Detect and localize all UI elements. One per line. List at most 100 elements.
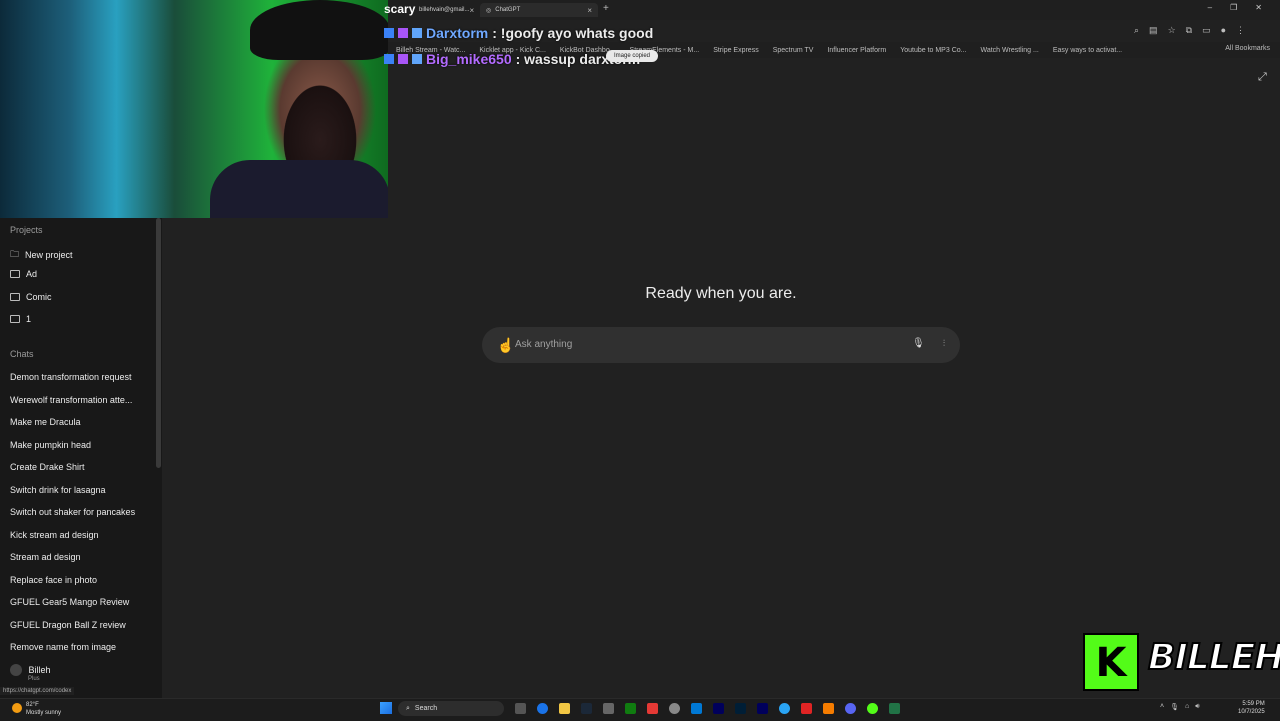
game-badge-icon	[412, 28, 422, 38]
tab-label: billehvain@gmail...	[419, 7, 470, 13]
restore-icon[interactable]: ❐	[1230, 3, 1237, 12]
kick-logo: K	[1083, 633, 1139, 691]
chat-item[interactable]: Kick stream ad design	[10, 530, 99, 540]
voice-mode-icon[interactable]: ⫶	[936, 335, 952, 351]
store-icon[interactable]	[691, 703, 702, 714]
window-controls: – ❐ ✕	[1208, 3, 1262, 12]
chat-item[interactable]: Remove name from image	[10, 642, 116, 652]
chat-text: : !goofy ayo whats good	[492, 25, 654, 41]
close-window-icon[interactable]: ✕	[1255, 3, 1262, 12]
microphone-icon[interactable]: 🎙︎	[912, 338, 925, 349]
photoshop-icon[interactable]	[735, 703, 746, 714]
bookmark-item[interactable]: Easy ways to activat...	[1053, 47, 1122, 54]
cast-icon[interactable]: ▭	[1202, 25, 1211, 36]
tab-chatgpt[interactable]: ◎ ChatGPT ×	[480, 3, 598, 17]
chat-item[interactable]: Stream ad design	[10, 552, 81, 562]
chat-message: Darxtorm : !goofy ayo whats good	[384, 25, 653, 41]
chat-item[interactable]: Replace face in photo	[10, 575, 97, 585]
minimize-icon[interactable]: –	[1208, 3, 1212, 12]
sidebar-item-project[interactable]: Ad	[10, 269, 37, 279]
chat-username: Big_mike650	[426, 51, 512, 67]
sidebar-item-project[interactable]: 1	[10, 314, 31, 324]
star-icon[interactable]: ☆	[1168, 25, 1176, 36]
bookmark-item[interactable]: Stripe Express	[713, 47, 759, 54]
sidebar-item-new-project[interactable]: 🗀 New project	[10, 247, 73, 263]
chat-item[interactable]: Switch out shaker for pancakes	[10, 507, 135, 517]
windows-start-icon[interactable]	[380, 702, 392, 714]
image-copied-toast: Image copied	[606, 50, 659, 62]
chat-item[interactable]: Werewolf transformation atte...	[10, 395, 132, 405]
webcam-feed	[0, 0, 388, 218]
bookmark-item[interactable]: Youtube to MP3 Co...	[900, 47, 966, 54]
sidebar-scrollbar[interactable]	[156, 218, 161, 468]
after-effects-icon[interactable]	[713, 703, 724, 714]
folder-icon	[10, 270, 20, 278]
steam-icon[interactable]	[581, 703, 592, 714]
expand-icon[interactable]: ⤢	[1258, 71, 1267, 84]
verified-badge-icon	[384, 54, 394, 64]
new-folder-icon: 🗀	[10, 249, 20, 259]
verified-badge-icon	[384, 28, 394, 38]
extensions-icon[interactable]: ⧉	[1186, 25, 1192, 36]
network-icon[interactable]: ⌂	[1185, 703, 1189, 711]
all-bookmarks-link[interactable]: All Bookmarks	[1225, 45, 1270, 52]
discord-icon[interactable]	[845, 703, 856, 714]
chat-item[interactable]: Create Drake Shirt	[10, 462, 85, 472]
tab-label: ChatGPT	[495, 7, 521, 13]
profile-icon[interactable]: ●	[1221, 25, 1226, 36]
chrome-icon[interactable]	[537, 703, 548, 714]
chevron-up-icon[interactable]: ˄	[1160, 703, 1164, 711]
bookmark-item[interactable]: Watch Wrestling ...	[980, 47, 1038, 54]
app-icon[interactable]	[603, 703, 614, 714]
page-title: Ready when you are.	[645, 285, 797, 302]
profile-plan: Plus	[28, 676, 40, 682]
bookmark-item[interactable]: Influencer Platform	[827, 47, 886, 54]
avatar	[10, 664, 22, 676]
webcam-shirt	[210, 160, 388, 218]
chat-item[interactable]: Make pumpkin head	[10, 440, 91, 450]
app-icon[interactable]	[647, 703, 658, 714]
chat-item[interactable]: Switch drink for lasagna	[10, 485, 106, 495]
ask-input[interactable]	[513, 338, 897, 351]
premiere-icon[interactable]	[757, 703, 768, 714]
weather-temp: 82°F	[26, 702, 39, 708]
close-icon[interactable]: ×	[587, 6, 592, 15]
profile-name: Billeh	[28, 665, 51, 675]
zoom-icon[interactable]: ⌕	[1134, 25, 1139, 36]
chat-item[interactable]: GFUEL Gear5 Mango Review	[10, 597, 129, 607]
folder-icon	[10, 315, 20, 323]
task-view-icon[interactable]	[515, 703, 526, 714]
volume-icon[interactable]: 🔊︎	[1195, 703, 1199, 711]
weather-icon	[12, 703, 22, 713]
microphone-tray-icon[interactable]: 🎙︎	[1170, 703, 1179, 711]
profile-button[interactable]: Billeh Plus	[10, 664, 51, 682]
chat-item[interactable]: Make me Dracula	[10, 417, 81, 427]
menu-icon[interactable]: ⋮	[1236, 25, 1245, 36]
file-explorer-icon[interactable]	[559, 703, 570, 714]
app-icon[interactable]	[779, 703, 790, 714]
chat-item[interactable]: GFUEL Dragon Ball Z review	[10, 620, 126, 630]
weather-widget[interactable]: 82°F Mostly sunny	[26, 701, 61, 717]
sword-badge-icon	[398, 54, 408, 64]
tab-gmail[interactable]: billehvain@gmail... ×	[413, 3, 479, 17]
sword-badge-icon	[398, 28, 408, 38]
sidebar-item-label: 1	[26, 314, 32, 324]
close-icon[interactable]: ×	[469, 6, 474, 15]
taskbar-clock[interactable]: 5:59 PM 10/7/2025	[1238, 700, 1265, 716]
app-icon[interactable]	[823, 703, 834, 714]
taskbar-search[interactable]: ⌕ Search	[398, 701, 504, 716]
bookmark-item[interactable]: Spectrum TV	[773, 47, 814, 54]
chatgpt-app-icon[interactable]	[669, 703, 680, 714]
chats-heading: Chats	[10, 349, 34, 359]
chat-message: Big_mike650 : wassup darxtorm	[384, 51, 640, 67]
overlay-title: scary	[384, 2, 416, 16]
app-icon[interactable]	[801, 703, 812, 714]
hand-cursor-icon[interactable]: ☝	[497, 337, 514, 354]
page-icon[interactable]: ▤	[1149, 25, 1158, 36]
xbox-icon[interactable]	[625, 703, 636, 714]
new-tab-icon[interactable]: +	[603, 3, 609, 14]
search-label: Search	[414, 705, 438, 712]
chat-item[interactable]: Demon transformation request	[10, 372, 132, 382]
excel-icon[interactable]	[889, 703, 900, 714]
app-icon[interactable]	[867, 703, 878, 714]
